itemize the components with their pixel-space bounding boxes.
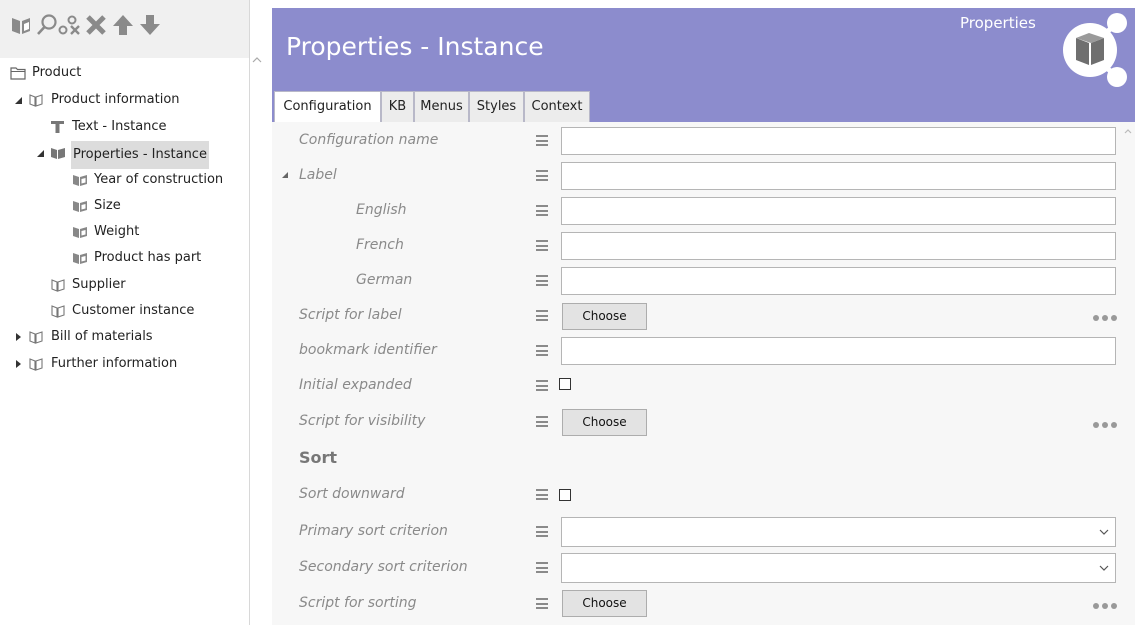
- script-for-sorting-menu-icon[interactable]: [536, 598, 548, 609]
- scroll-up-icon[interactable]: [1123, 127, 1133, 135]
- tab-context[interactable]: Context: [524, 91, 590, 122]
- tree-item-label: Text - Instance: [72, 119, 167, 134]
- property-icon: [73, 253, 87, 264]
- property-icon: [73, 201, 87, 212]
- object-type-label: Properties: [960, 14, 1036, 32]
- primary-sort-criterion-menu-icon[interactable]: [536, 526, 548, 537]
- page-title: Properties - Instance: [286, 32, 544, 61]
- script-for-sorting-label: Script for sorting: [299, 595, 417, 611]
- label-input[interactable]: [561, 162, 1116, 190]
- property-icon: [73, 227, 87, 238]
- tree-item-label: Supplier: [72, 277, 126, 292]
- script-for-label-menu-icon[interactable]: [536, 310, 548, 321]
- script-for-visibility-menu-icon[interactable]: [536, 416, 548, 427]
- property-icon: [73, 175, 87, 186]
- tab-styles[interactable]: Styles: [469, 91, 524, 122]
- english-menu-icon[interactable]: [536, 205, 548, 216]
- configuration-form: Configuration name Label English French …: [272, 122, 1135, 625]
- script-for-visibility-label: Script for visibility: [299, 413, 426, 429]
- tab-menus[interactable]: Menus: [414, 91, 469, 122]
- tab-configuration[interactable]: Configuration: [274, 91, 381, 122]
- german-input[interactable]: [561, 267, 1116, 295]
- bookmark-identifier-label: bookmark identifier: [299, 342, 437, 358]
- expanded-arrow-icon[interactable]: [36, 141, 46, 165]
- tree-toolbar: [0, 0, 249, 58]
- sort-downward-checkbox[interactable]: [559, 489, 571, 501]
- script-for-label-choose-button[interactable]: Choose: [562, 303, 647, 330]
- script-for-sorting-choose-button[interactable]: Choose: [562, 590, 647, 617]
- tree-item-label: Weight: [94, 224, 140, 239]
- script-for-label-label: Script for label: [299, 307, 402, 323]
- label-expand-arrow-icon[interactable]: [281, 171, 289, 179]
- primary-sort-criterion-select[interactable]: [561, 517, 1116, 547]
- expanded-arrow-icon[interactable]: [14, 88, 24, 112]
- sort-downward-label: Sort downward: [299, 486, 405, 502]
- text-icon: [51, 121, 64, 133]
- label-menu-icon[interactable]: [536, 170, 548, 181]
- editor-header: Properties - Instance Properties Configu…: [272, 8, 1135, 122]
- explorer-panel: Product Product information Text - Insta…: [0, 0, 250, 625]
- sort-downward-menu-icon[interactable]: [536, 489, 548, 500]
- french-label: French: [356, 237, 404, 253]
- tree-item-label: Properties - Instance: [71, 141, 209, 169]
- chevron-down-icon: [1099, 529, 1109, 535]
- folder-icon: [51, 279, 65, 292]
- bookmark-identifier-input[interactable]: [561, 337, 1116, 365]
- sort-section-heading: Sort: [299, 448, 338, 467]
- root-folder-icon: [10, 67, 26, 80]
- tree-item-label: Product has part: [94, 250, 202, 265]
- french-input[interactable]: [561, 232, 1116, 260]
- folder-icon: [29, 94, 43, 107]
- collapsed-arrow-icon[interactable]: [14, 352, 24, 376]
- tree-root-label: Product: [32, 65, 82, 80]
- properties-type-icon: [1063, 13, 1127, 87]
- move-up-icon[interactable]: [111, 13, 135, 37]
- move-down-icon[interactable]: [138, 13, 162, 37]
- more-options-icon[interactable]: [1092, 421, 1118, 429]
- english-label: English: [356, 202, 407, 218]
- tree-item-label: Year of construction: [94, 172, 224, 187]
- chevron-down-icon: [1099, 565, 1109, 571]
- configuration-name-input[interactable]: [561, 127, 1116, 155]
- folder-icon: [29, 358, 43, 371]
- panel-collapse-caret-icon[interactable]: [250, 55, 264, 65]
- properties-icon: [51, 148, 65, 159]
- more-options-icon[interactable]: [1092, 314, 1118, 322]
- search-icon[interactable]: [35, 13, 59, 37]
- link-icon[interactable]: [58, 13, 82, 37]
- tree-item-label: Size: [94, 198, 121, 213]
- tree-item-label: Product information: [51, 92, 180, 107]
- bookmark-identifier-menu-icon[interactable]: [536, 345, 548, 356]
- more-options-icon[interactable]: [1092, 602, 1118, 610]
- tree-item-label: Customer instance: [72, 303, 195, 318]
- german-menu-icon[interactable]: [536, 275, 548, 286]
- initial-expanded-label: Initial expanded: [299, 377, 412, 393]
- configuration-name-menu-icon[interactable]: [536, 135, 548, 146]
- folder-icon: [29, 331, 43, 344]
- secondary-sort-criterion-label: Secondary sort criterion: [299, 559, 468, 575]
- secondary-sort-criterion-menu-icon[interactable]: [536, 562, 548, 573]
- tree-item-label: Further information: [51, 356, 178, 371]
- tree-item-label: Bill of materials: [51, 329, 153, 344]
- add-instance-icon[interactable]: [10, 13, 34, 37]
- secondary-sort-criterion-select[interactable]: [561, 553, 1116, 583]
- configuration-name-label: Configuration name: [299, 132, 439, 148]
- folder-icon: [51, 305, 65, 318]
- french-menu-icon[interactable]: [536, 240, 548, 251]
- initial-expanded-menu-icon[interactable]: [536, 380, 548, 391]
- editor-panel: Properties - Instance Properties Configu…: [272, 8, 1135, 625]
- label-group-label: Label: [299, 167, 337, 183]
- collapsed-arrow-icon[interactable]: [14, 325, 24, 349]
- delete-icon[interactable]: [84, 13, 108, 37]
- german-label: German: [356, 272, 413, 288]
- script-for-visibility-choose-button[interactable]: Choose: [562, 409, 647, 436]
- tab-kb[interactable]: KB: [381, 91, 414, 122]
- english-input[interactable]: [561, 197, 1116, 225]
- initial-expanded-checkbox[interactable]: [559, 378, 571, 390]
- primary-sort-criterion-label: Primary sort criterion: [299, 523, 448, 539]
